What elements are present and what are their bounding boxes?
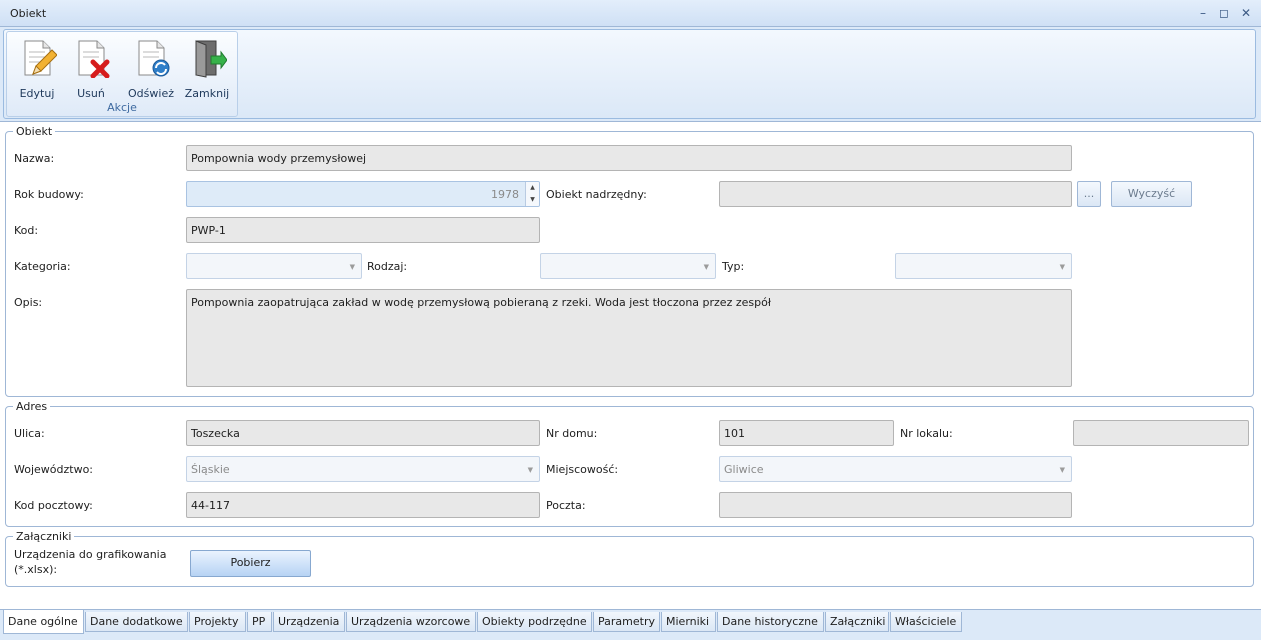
nr-domu-label: Nr domu: — [546, 427, 598, 440]
ulica-label: Ulica: — [14, 427, 45, 440]
kod-pocztowy-field[interactable]: 44-117 — [186, 492, 540, 518]
close-window-button-label: Zamknij — [184, 87, 230, 100]
chevron-down-icon[interactable]: ▼ — [1060, 466, 1065, 474]
wojewodztwo-value: Śląskie — [191, 463, 230, 476]
edit-button[interactable]: Edytuj — [10, 34, 64, 100]
ribbon-group-caption: Akcje — [107, 101, 137, 114]
tab-zalaczniki[interactable]: Załączniki — [825, 612, 889, 632]
window-title: Obiekt — [10, 7, 47, 20]
tab-wlasciciele[interactable]: Właściciele — [890, 612, 962, 632]
chevron-down-icon[interactable]: ▼ — [350, 263, 355, 271]
delete-button-label: Usuń — [77, 87, 105, 100]
ulica-field[interactable]: Toszecka — [186, 420, 540, 446]
nr-domu-field[interactable]: 101 — [719, 420, 894, 446]
kod-field[interactable]: PWP-1 — [186, 217, 540, 243]
tab-projekty[interactable]: Projekty — [189, 612, 246, 632]
exit-door-icon — [195, 40, 227, 78]
zalaczniki-legend: Załączniki — [13, 530, 75, 543]
refresh-button[interactable]: Odśwież — [124, 34, 178, 100]
opis-label: Opis: — [14, 296, 43, 309]
miejscowosc-label: Miejscowość: — [546, 463, 619, 476]
nazwa-field[interactable]: Pompownia wody przemysłowej — [186, 145, 1072, 171]
tab-mierniki[interactable]: Mierniki — [661, 612, 716, 632]
typ-select[interactable]: ▼ — [895, 253, 1072, 279]
urzadzenia-label-line2: (*.xlsx): — [14, 563, 58, 576]
obiekt-legend: Obiekt — [13, 125, 56, 138]
window-titlebar: Obiekt – ◻ ✕ — [0, 0, 1261, 27]
spin-up-icon[interactable]: ▲ — [526, 182, 539, 194]
urzadzenia-label-line1: Urządzenia do grafikowania — [14, 548, 167, 561]
ribbon-group-akcje: Edytuj Usuń Odśwież Zamknij Akcje — [6, 31, 238, 117]
tab-parametry[interactable]: Parametry — [593, 612, 660, 632]
ribbon: Edytuj Usuń Odśwież Zamknij Akcje — [0, 27, 1261, 122]
tab-pp[interactable]: PP — [247, 612, 272, 632]
adres-legend: Adres — [13, 400, 51, 413]
delete-icon — [78, 40, 110, 78]
rodzaj-label: Rodzaj: — [367, 260, 408, 273]
miejscowosc-select[interactable]: Gliwice ▼ — [719, 456, 1072, 482]
tab-obiekty-podrzedne[interactable]: Obiekty podrzędne — [477, 612, 592, 632]
ribbon-panel: Edytuj Usuń Odśwież Zamknij Akcje — [3, 29, 1256, 119]
download-button[interactable]: Pobierz — [190, 550, 311, 577]
chevron-down-icon[interactable]: ▼ — [528, 466, 533, 474]
typ-label: Typ: — [722, 260, 745, 273]
nr-lokalu-field[interactable] — [1073, 420, 1249, 446]
rok-budowy-value: 1978 — [491, 188, 519, 201]
rok-budowy-spinner[interactable]: 1978 ▲ ▼ — [186, 181, 540, 207]
kategoria-select[interactable]: ▼ — [186, 253, 362, 279]
chevron-down-icon[interactable]: ▼ — [1060, 263, 1065, 271]
poczta-label: Poczta: — [546, 499, 586, 512]
kod-pocztowy-label: Kod pocztowy: — [14, 499, 93, 512]
poczta-field[interactable] — [719, 492, 1072, 518]
tab-dane-dodatkowe[interactable]: Dane dodatkowe — [85, 612, 188, 632]
rok-budowy-label: Rok budowy: — [14, 188, 84, 201]
rodzaj-select[interactable]: ▼ — [540, 253, 716, 279]
kategoria-label: Kategoria: — [14, 260, 71, 273]
nr-lokalu-label: Nr lokalu: — [900, 427, 953, 440]
tab-urzadzenia[interactable]: Urządzenia — [273, 612, 345, 632]
chevron-down-icon[interactable]: ▼ — [704, 263, 709, 271]
delete-button[interactable]: Usuń — [64, 34, 118, 100]
nazwa-label: Nazwa: — [14, 152, 55, 165]
maximize-icon[interactable]: ◻ — [1216, 5, 1232, 21]
edit-button-label: Edytuj — [19, 87, 55, 100]
opis-textarea[interactable]: Pompownia zaopatrująca zakład w wodę prz… — [186, 289, 1072, 387]
refresh-icon — [138, 40, 170, 77]
wojewodztwo-select[interactable]: Śląskie ▼ — [186, 456, 540, 482]
minimize-icon[interactable]: – — [1195, 5, 1211, 21]
kod-label: Kod: — [14, 224, 39, 237]
obiekt-nadrzedny-field[interactable] — [719, 181, 1072, 207]
miejscowosc-value: Gliwice — [724, 463, 764, 476]
close-window-button[interactable]: Zamknij — [180, 34, 234, 100]
edit-icon — [24, 40, 57, 76]
browse-button[interactable]: ... — [1077, 181, 1101, 207]
clear-button[interactable]: Wyczyść — [1111, 181, 1192, 207]
close-icon[interactable]: ✕ — [1238, 5, 1254, 21]
bottom-tabs: Dane ogólne Dane dodatkowe Projekty PP U… — [0, 609, 1261, 640]
wojewodztwo-label: Województwo: — [14, 463, 94, 476]
refresh-button-label: Odśwież — [128, 87, 174, 100]
tab-dane-ogolne[interactable]: Dane ogólne — [3, 610, 84, 634]
spinner-buttons[interactable]: ▲ ▼ — [525, 182, 539, 206]
spin-down-icon[interactable]: ▼ — [526, 194, 539, 206]
tab-dane-historyczne[interactable]: Dane historyczne — [717, 612, 824, 632]
obiekt-nadrzedny-label: Obiekt nadrzędny: — [546, 188, 647, 201]
tab-urzadzenia-wzorcowe[interactable]: Urządzenia wzorcowe — [346, 612, 476, 632]
